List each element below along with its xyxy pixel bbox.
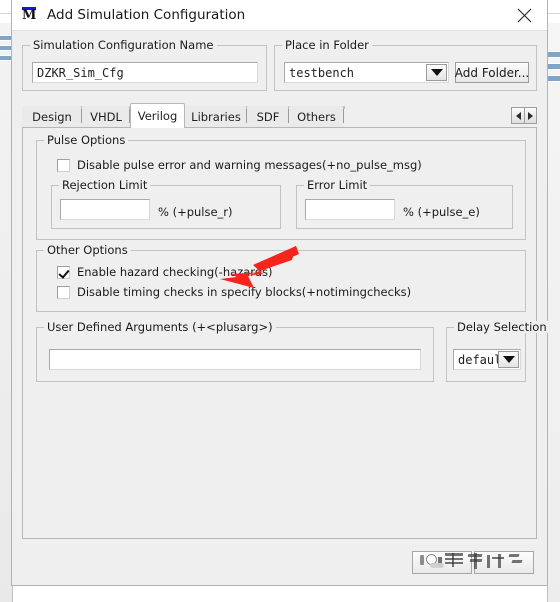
delay-selection-dropdown[interactable]: default: [453, 349, 521, 370]
dialog-title: Add Simulation Configuration: [47, 7, 246, 23]
tab-design-label: Design: [32, 109, 72, 124]
enable-hazard-checking-checkbox-row[interactable]: Enable hazard checking(-hazards): [57, 265, 273, 279]
enable-hazard-checking-checkbox[interactable]: [57, 265, 70, 279]
error-limit-suffix: % (+pulse_e): [403, 205, 480, 219]
disable-pulse-messages-checkbox[interactable]: [57, 158, 70, 172]
chevron-left-icon: [515, 111, 521, 120]
other-options-legend: Other Options: [44, 244, 131, 256]
simulation-configuration-name-legend: Simulation Configuration Name: [30, 39, 217, 51]
rejection-limit-legend: Rejection Limit: [59, 179, 151, 191]
error-limit-group: Error Limit % (+pulse_e): [296, 179, 513, 229]
add-simulation-configuration-dialog: M Add Simulation Configuration Simulatio…: [11, 0, 550, 586]
user-defined-arguments-group: User Defined Arguments (+<plusarg>): [36, 321, 434, 382]
chevron-down-icon[interactable]: [498, 351, 519, 368]
chevron-down-icon[interactable]: [426, 64, 447, 81]
delay-selection-group: Delay Selection default: [446, 321, 550, 382]
disable-timing-checks-checkbox-row[interactable]: Disable timing checks in specify blocks(…: [57, 285, 411, 299]
error-limit-legend: Error Limit: [304, 179, 371, 191]
chevron-right-icon: [528, 111, 533, 120]
dialog-secondary-button[interactable]: [474, 551, 534, 574]
add-folder-button[interactable]: Add Folder...: [455, 62, 529, 83]
background-right-scrollbar[interactable]: [547, 23, 560, 602]
tab-scroll-right-button[interactable]: [524, 107, 537, 124]
pulse-options-legend: Pulse Options: [44, 134, 129, 146]
tab-vhdl[interactable]: VHDL: [82, 106, 131, 127]
tab-strip: Design VHDL Verilog Libraries SDF Others: [22, 103, 537, 128]
simulation-configuration-name-group: Simulation Configuration Name DZKR_Sim_C…: [22, 39, 267, 91]
disable-timing-checks-checkbox[interactable]: [57, 285, 70, 299]
tab-verilog-label: Verilog: [137, 109, 178, 123]
place-in-folder-legend: Place in Folder: [282, 39, 372, 51]
tab-libraries-label: Libraries: [191, 109, 241, 124]
pulse-options-group: Pulse Options Disable pulse error and wa…: [36, 134, 526, 240]
disable-timing-checks-label: Disable timing checks in specify blocks(…: [77, 285, 412, 299]
app-icon-letter: M: [22, 8, 36, 23]
other-options-group: Other Options Enable hazard checking(-ha…: [36, 244, 526, 312]
tab-sdf-label: SDF: [256, 109, 280, 124]
place-in-folder-dropdown[interactable]: testbench: [284, 62, 449, 83]
tab-scroll-buttons: [511, 107, 537, 124]
user-defined-arguments-legend: User Defined Arguments (+<plusarg>): [44, 321, 276, 333]
tab-design[interactable]: Design: [22, 106, 83, 127]
tab-scroll-left-button[interactable]: [511, 107, 524, 124]
delay-selection-value: default: [458, 352, 498, 367]
close-icon: [517, 8, 531, 23]
disable-pulse-messages-label: Disable pulse error and warning messages…: [77, 158, 422, 172]
user-defined-arguments-input[interactable]: [49, 349, 421, 370]
delay-selection-legend: Delay Selection: [454, 321, 550, 333]
modelsim-m-icon: M: [21, 6, 39, 24]
tab-sdf[interactable]: SDF: [247, 106, 290, 127]
rejection-limit-input[interactable]: [60, 199, 150, 220]
close-button[interactable]: [501, 0, 547, 31]
tab-others-label: Others: [297, 109, 336, 124]
error-limit-input[interactable]: [305, 199, 395, 220]
place-in-folder-group: Place in Folder testbench Add Folder...: [274, 39, 537, 91]
rejection-limit-group: Rejection Limit % (+pulse_r): [51, 179, 281, 229]
place-in-folder-value: testbench: [289, 65, 355, 80]
dialog-titlebar[interactable]: M Add Simulation Configuration: [12, 0, 547, 31]
verilog-tab-panel: Pulse Options Disable pulse error and wa…: [22, 127, 550, 539]
enable-hazard-checking-label: Enable hazard checking(-hazards): [77, 265, 273, 279]
tab-others[interactable]: Others: [289, 106, 345, 127]
dialog-client-area: Simulation Configuration Name DZKR_Sim_C…: [13, 32, 550, 583]
dialog-button-bar-obscured[interactable]: [412, 551, 534, 575]
tab-libraries[interactable]: Libraries: [185, 106, 248, 127]
tab-verilog[interactable]: Verilog: [130, 103, 185, 128]
tab-vhdl-label: VHDL: [90, 109, 122, 124]
rejection-limit-suffix: % (+pulse_r): [158, 205, 233, 219]
simulation-configuration-name-input[interactable]: DZKR_Sim_Cfg: [32, 62, 258, 83]
disable-pulse-messages-checkbox-row[interactable]: Disable pulse error and warning messages…: [57, 158, 422, 172]
